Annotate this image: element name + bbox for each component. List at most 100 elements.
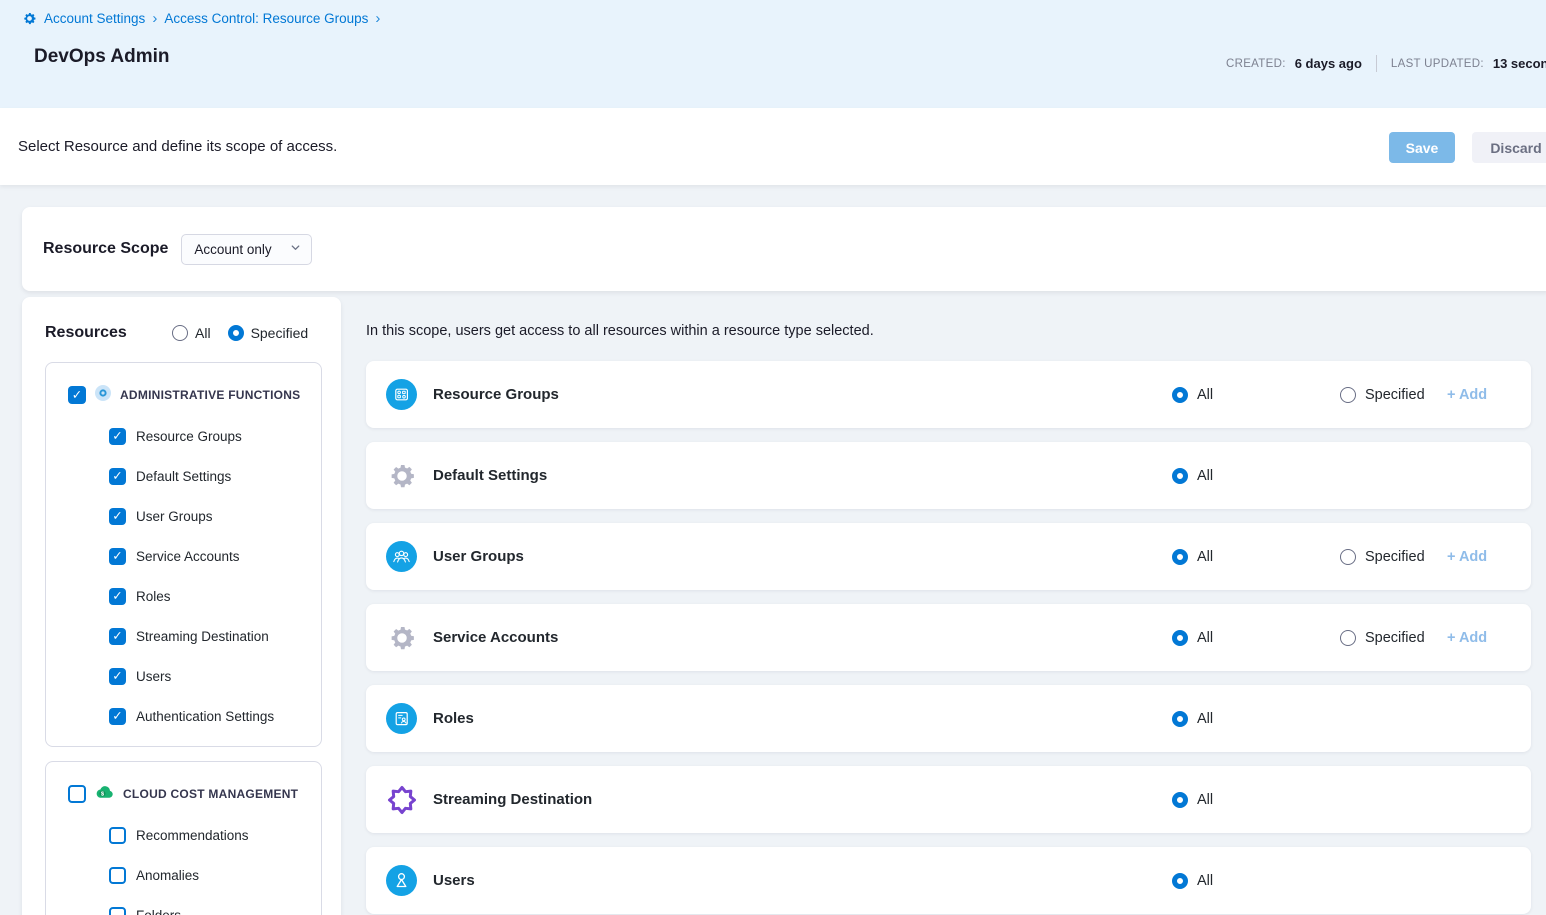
action-toolbar: Select Resource and define its scope of … <box>0 108 1546 185</box>
resource-row: Default Settings All <box>366 442 1531 509</box>
radio-label: All <box>1197 711 1213 727</box>
item-checkbox[interactable] <box>109 428 126 445</box>
item-checkbox[interactable] <box>109 508 126 525</box>
item-label: Recommendations <box>136 828 249 843</box>
resource-rows: Resource GroupsAllSpecified+ AddDefault … <box>366 361 1531 915</box>
settings-gear-icon <box>386 460 417 491</box>
resource-row-label: User Groups <box>433 523 524 590</box>
item-checkbox[interactable] <box>109 588 126 605</box>
resource-group-box: $CLOUD COST MANAGEMENT Recommendations Ano… <box>45 761 322 915</box>
breadcrumb: Account Settings › Access Control: Resourc… <box>22 10 380 27</box>
radio-label: Specified <box>1365 387 1425 403</box>
option-all[interactable]: All <box>1172 523 1213 590</box>
resources-title: Resources <box>45 324 127 342</box>
resource-row-label: Default Settings <box>433 442 547 509</box>
resource-item[interactable]: Users <box>109 656 315 696</box>
option-all[interactable]: All <box>1172 847 1213 914</box>
chevron-down-icon <box>289 241 302 257</box>
resource-scope-select[interactable]: Account only <box>181 234 312 265</box>
toolbar-description: Select Resource and define its scope of … <box>18 108 337 185</box>
group-header[interactable]: ADMINISTRATIVE FUNCTIONS <box>68 382 315 408</box>
resource-item[interactable]: Recommendations <box>109 815 315 855</box>
settings-gear-icon <box>386 622 417 653</box>
group-checkbox[interactable] <box>68 785 86 803</box>
resource-item[interactable]: User Groups <box>109 496 315 536</box>
breadcrumb-link-2[interactable]: Access Control: Resource Groups <box>164 11 368 26</box>
resource-item[interactable]: Authentication Settings <box>109 696 315 736</box>
option-specified[interactable]: Specified <box>1340 523 1425 590</box>
resource-item[interactable]: Resource Groups <box>109 416 315 456</box>
resource-item[interactable]: Folders <box>109 895 315 915</box>
resource-row-label: Roles <box>433 685 474 752</box>
option-all[interactable]: All <box>1172 361 1213 428</box>
item-checkbox[interactable] <box>109 548 126 565</box>
radio-all[interactable] <box>172 325 188 341</box>
radio-specified[interactable] <box>1340 387 1356 403</box>
breadcrumb-separator: › <box>375 10 380 27</box>
breadcrumb-link-1[interactable]: Account Settings <box>44 11 145 26</box>
last-updated-value: 13 seconds ago <box>1493 56 1546 71</box>
item-checkbox[interactable] <box>109 468 126 485</box>
option-all[interactable]: All <box>1172 604 1213 671</box>
meta-divider <box>1376 55 1377 72</box>
item-checkbox[interactable] <box>109 708 126 725</box>
radio-all[interactable] <box>1172 549 1188 565</box>
add-link[interactable]: + Add <box>1447 604 1487 671</box>
resource-item[interactable]: Default Settings <box>109 456 315 496</box>
resource-row: Resource GroupsAllSpecified+ Add <box>366 361 1531 428</box>
option-all[interactable]: All <box>1172 766 1213 833</box>
item-label: Service Accounts <box>136 549 240 564</box>
radio-all[interactable] <box>1172 873 1188 889</box>
resources-panel: Resources All Specified ADMINISTRATIVE FU… <box>22 297 341 915</box>
gear-icon <box>22 11 37 26</box>
item-label: Roles <box>136 589 171 604</box>
page-title: DevOps Admin <box>34 46 170 68</box>
resource-item[interactable]: Anomalies <box>109 855 315 895</box>
option-all[interactable]: All <box>1172 685 1213 752</box>
streaming-destination-icon <box>386 784 417 815</box>
group-header[interactable]: $CLOUD COST MANAGEMENT <box>68 781 315 807</box>
radio-label: Specified <box>1365 549 1425 565</box>
discard-button[interactable]: Discard <box>1472 132 1546 163</box>
item-checkbox[interactable] <box>109 867 126 884</box>
item-checkbox[interactable] <box>109 907 126 915</box>
cloud-cost-icon: $ <box>95 784 114 804</box>
resource-item[interactable]: Streaming Destination <box>109 616 315 656</box>
radio-all[interactable] <box>1172 792 1188 808</box>
radio-label: Specified <box>1365 630 1425 646</box>
item-checkbox[interactable] <box>109 668 126 685</box>
radio-all[interactable] <box>1172 711 1188 727</box>
option-all[interactable]: All <box>1172 442 1213 509</box>
radio-specified[interactable] <box>1340 630 1356 646</box>
radio-label: All <box>1197 387 1213 403</box>
radio-all[interactable] <box>1172 630 1188 646</box>
radio-label: All <box>1197 630 1213 646</box>
resource-row-label: Streaming Destination <box>433 766 592 833</box>
item-label: Authentication Settings <box>136 709 274 724</box>
resource-row: User Groups All Specified + Add <box>366 523 1531 590</box>
add-link[interactable]: + Add <box>1447 523 1487 590</box>
group-checkbox[interactable] <box>68 386 86 404</box>
breadcrumb-separator: › <box>152 10 157 27</box>
radio-specified[interactable] <box>228 325 244 341</box>
scope-description: In this scope, users get access to all r… <box>366 323 874 339</box>
resource-row: Roles All <box>366 685 1531 752</box>
resource-item[interactable]: Roles <box>109 576 315 616</box>
radio-specified[interactable] <box>1340 549 1356 565</box>
item-label: User Groups <box>136 509 213 524</box>
radio-label: All <box>1197 792 1213 808</box>
add-link[interactable]: + Add <box>1447 361 1487 428</box>
resources-mode-all[interactable]: All <box>172 325 211 341</box>
resource-item[interactable]: Service Accounts <box>109 536 315 576</box>
radio-label: All <box>1197 468 1213 484</box>
created-label: CREATED: <box>1226 58 1286 70</box>
item-checkbox[interactable] <box>109 628 126 645</box>
save-button[interactable]: Save <box>1389 132 1455 163</box>
radio-all[interactable] <box>1172 468 1188 484</box>
resource-scope-label: Resource Scope <box>43 240 168 258</box>
item-checkbox[interactable] <box>109 827 126 844</box>
option-specified[interactable]: Specified <box>1340 361 1425 428</box>
resources-mode-specified[interactable]: Specified <box>228 325 309 341</box>
option-specified[interactable]: Specified <box>1340 604 1425 671</box>
radio-all[interactable] <box>1172 387 1188 403</box>
